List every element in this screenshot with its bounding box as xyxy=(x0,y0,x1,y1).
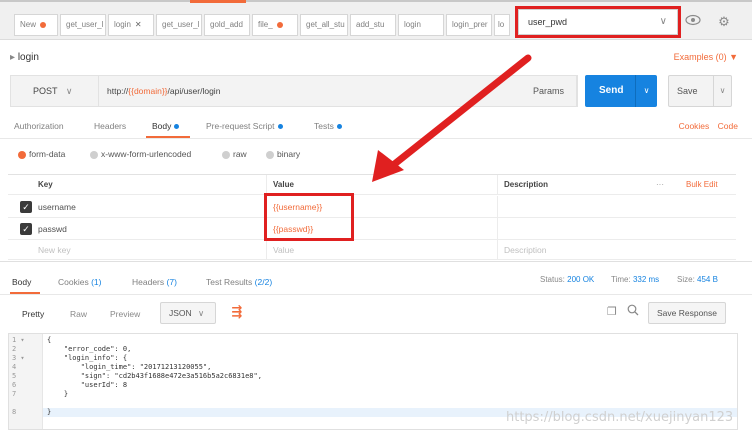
watermark-text: https://blog.csdn.net/xuejinyan123 xyxy=(506,410,734,425)
annotation-arrow xyxy=(372,54,532,182)
